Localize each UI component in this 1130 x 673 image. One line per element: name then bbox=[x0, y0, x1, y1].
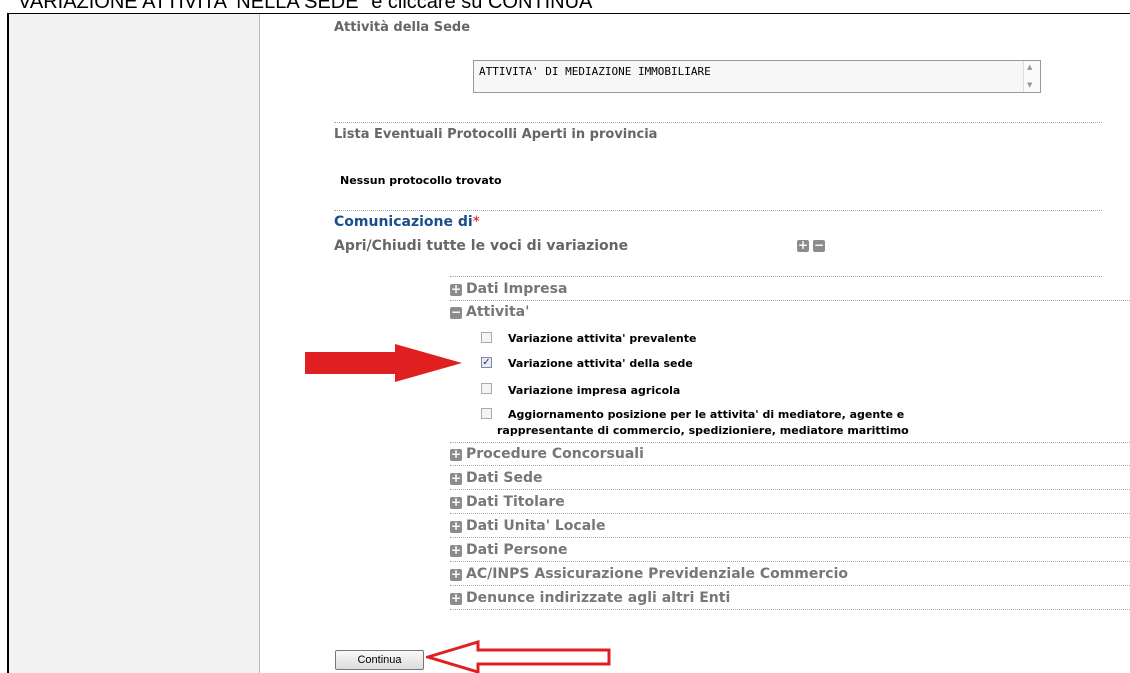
arrow-outline bbox=[426, 640, 611, 673]
plus-icon[interactable]: + bbox=[450, 544, 462, 557]
checkbox-variazione-prevalente[interactable] bbox=[481, 332, 492, 343]
section-title-attivita-sede: Attività della Sede bbox=[334, 20, 471, 35]
left-sidebar bbox=[9, 14, 260, 673]
activity-text: ATTIVITA' DI MEDIAZIONE IMMOBILIARE bbox=[479, 65, 711, 78]
continua-button[interactable]: Continua bbox=[335, 650, 424, 670]
collapse-all-minus-icon[interactable]: − bbox=[813, 239, 825, 252]
check-icon: ✓ bbox=[482, 357, 491, 368]
divider bbox=[450, 300, 1130, 301]
divider bbox=[450, 609, 1130, 610]
divider bbox=[450, 585, 1130, 586]
activity-textarea[interactable]: ATTIVITA' DI MEDIAZIONE IMMOBILIARE ▲ ▼ bbox=[473, 60, 1041, 93]
divider bbox=[334, 210, 1102, 211]
tree-item-label: Dati Titolare bbox=[466, 494, 565, 510]
comunicazione-label: Comunicazione di* bbox=[334, 214, 480, 230]
section-title-protocolli: Lista Eventuali Protocolli Aperti in pro… bbox=[334, 127, 658, 142]
tree-item-label: Procedure Concorsuali bbox=[466, 446, 644, 462]
checkbox-aggiornamento-posizione[interactable] bbox=[481, 408, 492, 419]
pointer-arrow-icon bbox=[305, 344, 462, 382]
divider bbox=[450, 537, 1130, 538]
scroll-up-icon[interactable]: ▲ bbox=[1027, 63, 1032, 71]
tree-item-label: Attivita' bbox=[466, 304, 530, 320]
option-label: rappresentante di commercio, spedizionie… bbox=[497, 424, 909, 437]
divider bbox=[334, 122, 1102, 123]
checkbox-impresa-agricola[interactable] bbox=[481, 383, 492, 394]
instruction-caption: VARIAZIONE ATTIVITA' NELLA SEDE" e clicc… bbox=[18, 0, 600, 13]
plus-icon[interactable]: + bbox=[450, 283, 462, 296]
option-label: Variazione attivita' prevalente bbox=[508, 332, 697, 345]
activity-scrollbar[interactable]: ▲ ▼ bbox=[1023, 61, 1040, 92]
no-protocols-message: Nessun protocollo trovato bbox=[340, 174, 502, 187]
minus-icon[interactable]: − bbox=[450, 306, 462, 319]
tree-item-label: Dati Sede bbox=[466, 470, 543, 486]
expand-all-plus-icon[interactable]: + bbox=[797, 239, 809, 252]
toggle-all-label: Apri/Chiudi tutte le voci di variazione bbox=[334, 238, 629, 254]
option-label: Aggiornamento posizione per le attivita'… bbox=[508, 408, 905, 421]
divider bbox=[450, 442, 1130, 443]
divider bbox=[450, 561, 1130, 562]
scroll-down-icon[interactable]: ▼ bbox=[1027, 81, 1032, 89]
tree-item-label: Dati Persone bbox=[466, 542, 568, 558]
divider bbox=[450, 276, 1102, 277]
tree-item-label: Dati Impresa bbox=[466, 281, 568, 297]
divider bbox=[450, 465, 1130, 466]
required-marker: * bbox=[472, 214, 480, 230]
comunicazione-text: Comunicazione di bbox=[334, 214, 473, 230]
plus-icon[interactable]: + bbox=[450, 592, 462, 605]
continue-arrow-icon bbox=[426, 640, 611, 673]
tree-item-label: Dati Unita' Locale bbox=[466, 518, 606, 534]
plus-icon[interactable]: + bbox=[450, 520, 462, 533]
plus-icon[interactable]: + bbox=[450, 568, 462, 581]
tree-item-label: Denunce indirizzate agli altri Enti bbox=[466, 590, 731, 606]
plus-icon[interactable]: + bbox=[450, 448, 462, 461]
plus-icon[interactable]: + bbox=[450, 496, 462, 509]
tree-item-label: AC/INPS Assicurazione Previdenziale Comm… bbox=[466, 566, 848, 582]
divider bbox=[450, 489, 1130, 490]
checkbox-variazione-sede[interactable]: ✓ bbox=[481, 357, 492, 368]
option-label: Variazione attivita' della sede bbox=[508, 357, 693, 370]
plus-icon[interactable]: + bbox=[450, 472, 462, 485]
arrow-shape bbox=[305, 344, 462, 382]
option-label: Variazione impresa agricola bbox=[508, 384, 681, 397]
divider bbox=[450, 513, 1130, 514]
